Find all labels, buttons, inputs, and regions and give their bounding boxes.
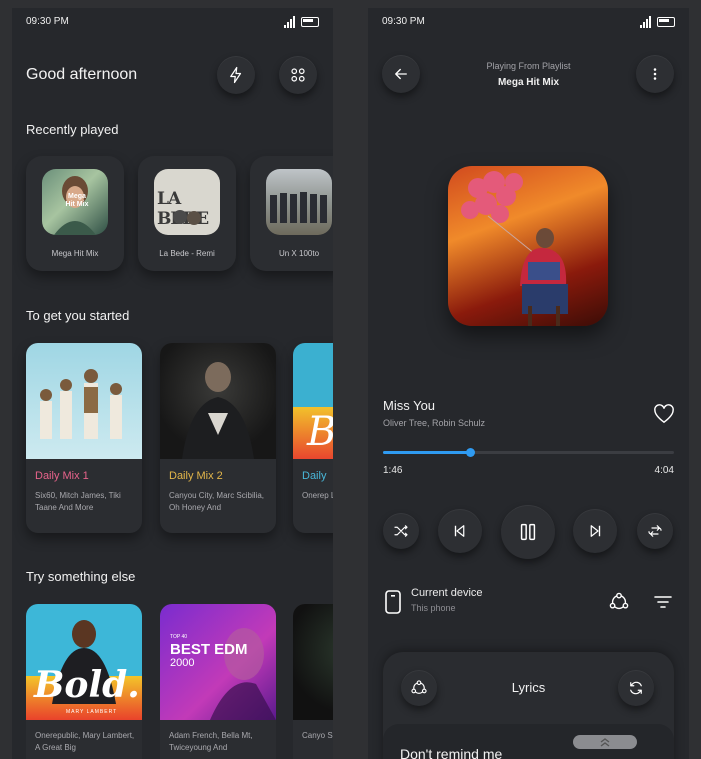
recently-played-heading: Recently played xyxy=(26,122,119,137)
device-name: This phone xyxy=(411,603,456,613)
try-card-bold[interactable]: Bold. MARY LAMBERT Onerepublic, Mary Lam… xyxy=(26,604,142,759)
time-total: 4:04 xyxy=(654,465,674,476)
try-card-3[interactable]: Canyo Scibilia xyxy=(293,604,333,759)
lyrics-sync-button[interactable] xyxy=(618,670,654,706)
status-time: 09:30 PM xyxy=(382,16,425,27)
mix-name: Daily Mix 1 xyxy=(35,470,89,482)
playlist-art xyxy=(26,343,142,459)
art-title: Bold. xyxy=(34,664,140,706)
pause-button[interactable] xyxy=(501,505,555,559)
next-button[interactable] xyxy=(573,509,617,553)
signal-icon xyxy=(284,16,295,28)
battery-icon xyxy=(301,17,319,27)
daily-mix-2-card[interactable]: Daily Mix 2 Canyou City, Marc Scibilia, … xyxy=(160,343,276,533)
recent-card-un-x-100to[interactable]: Un X 100to xyxy=(250,156,333,271)
daily-mix-1-card[interactable]: Daily Mix 1 Six60, Mitch James, Tiki Taa… xyxy=(26,343,142,533)
status-time: 09:30 PM xyxy=(26,16,69,27)
svg-text:B: B xyxy=(306,409,333,455)
art-title: BEST EDM xyxy=(170,641,248,658)
recent-card-label: Mega Hit Mix xyxy=(51,249,99,258)
sync-icon xyxy=(630,681,642,695)
repeat-icon xyxy=(648,525,662,537)
lightning-button[interactable] xyxy=(217,56,255,94)
lightning-icon xyxy=(230,66,242,84)
apps-button[interactable] xyxy=(279,56,317,94)
playlist-art: Bold. MARY LAMBERT xyxy=(26,604,142,720)
album-art: Mega Hit Mix xyxy=(42,169,108,235)
share-icon[interactable] xyxy=(608,591,630,613)
mix-description: Onerep Lambe xyxy=(302,491,333,500)
album-art xyxy=(266,169,332,235)
repeat-button[interactable] xyxy=(637,513,673,549)
mix-name: Daily xyxy=(302,470,327,482)
recent-card-label: La Bede - Remi xyxy=(159,249,215,258)
playlist-art xyxy=(293,604,333,720)
art-top-label: TOP 40 xyxy=(170,634,188,640)
playlist-description: Canyo Scibilia xyxy=(302,731,333,740)
current-device-label[interactable]: Current device xyxy=(411,587,483,599)
status-bar: 09:30 PM xyxy=(382,16,675,30)
more-vertical-icon xyxy=(653,68,657,80)
playlist-art: TOP 40 BEST EDM 2000 xyxy=(160,604,276,720)
dont-remind-me[interactable]: Don't remind me xyxy=(400,746,502,759)
time-elapsed: 1:46 xyxy=(383,465,403,476)
recent-card-la-bede[interactable]: LA BEDE La Bede - Remi xyxy=(138,156,236,271)
daily-mix-3-card[interactable]: B Daily Onerep Lambe xyxy=(293,343,333,533)
heart-icon[interactable] xyxy=(653,404,675,424)
album-art: LA BEDE xyxy=(154,169,220,235)
greeting-title: Good afternoon xyxy=(26,66,138,83)
mix-name: Daily Mix 2 xyxy=(169,470,223,482)
playlist-description: Onerepublic, Mary Lambert, A Great Big xyxy=(35,731,135,752)
skip-back-icon xyxy=(454,525,465,537)
battery-icon xyxy=(657,17,675,27)
playlist-description: Adam French, Bella Mt, Twiceyoung And xyxy=(169,731,253,752)
queue-filter-icon[interactable] xyxy=(653,593,673,611)
song-title: Miss You xyxy=(383,398,436,413)
mix-description: Six60, Mitch James, Tiki Taane And More xyxy=(35,491,121,512)
mix-description: Canyou City, Marc Scibilia, Oh Honey And xyxy=(169,491,264,512)
try-card-best-edm[interactable]: TOP 40 BEST EDM 2000 Adam French, Bella … xyxy=(160,604,276,759)
recent-card-mega-hit-mix[interactable]: Mega Hit Mix Mega Hit Mix xyxy=(26,156,124,271)
playlist-art: B xyxy=(293,343,333,459)
art-year: 2000 xyxy=(170,657,195,669)
signal-icon xyxy=(640,16,651,28)
shuffle-icon xyxy=(394,525,408,537)
playlist-art xyxy=(160,343,276,459)
progress-bar[interactable] xyxy=(383,448,674,457)
home-screen: 09:30 PM Good afternoon Recently played … xyxy=(12,8,333,759)
try-something-heading: Try something else xyxy=(26,569,136,584)
album-cover xyxy=(448,166,608,326)
recent-card-label: Un X 100to xyxy=(278,249,320,258)
sheet-handle[interactable] xyxy=(573,735,637,749)
pause-icon xyxy=(520,523,536,541)
grid-icon xyxy=(291,68,305,82)
more-options-button[interactable] xyxy=(636,55,674,93)
progress-fill xyxy=(383,451,471,454)
phone-device-icon xyxy=(385,590,401,614)
album-art-text: Mega Hit Mix xyxy=(65,193,89,208)
skip-forward-icon xyxy=(590,525,601,537)
chevrons-up-icon xyxy=(600,738,610,747)
song-artist: Oliver Tree, Robin Schulz xyxy=(383,418,486,428)
player-screen: 09:30 PM Playing From Playlist Mega Hit … xyxy=(368,8,689,759)
previous-button[interactable] xyxy=(438,509,482,553)
shuffle-button[interactable] xyxy=(383,513,419,549)
status-bar: 09:30 PM xyxy=(26,16,319,30)
get-started-heading: To get you started xyxy=(26,308,130,323)
progress-knob[interactable] xyxy=(466,448,476,457)
art-subtitle: MARY LAMBERT xyxy=(66,709,118,715)
